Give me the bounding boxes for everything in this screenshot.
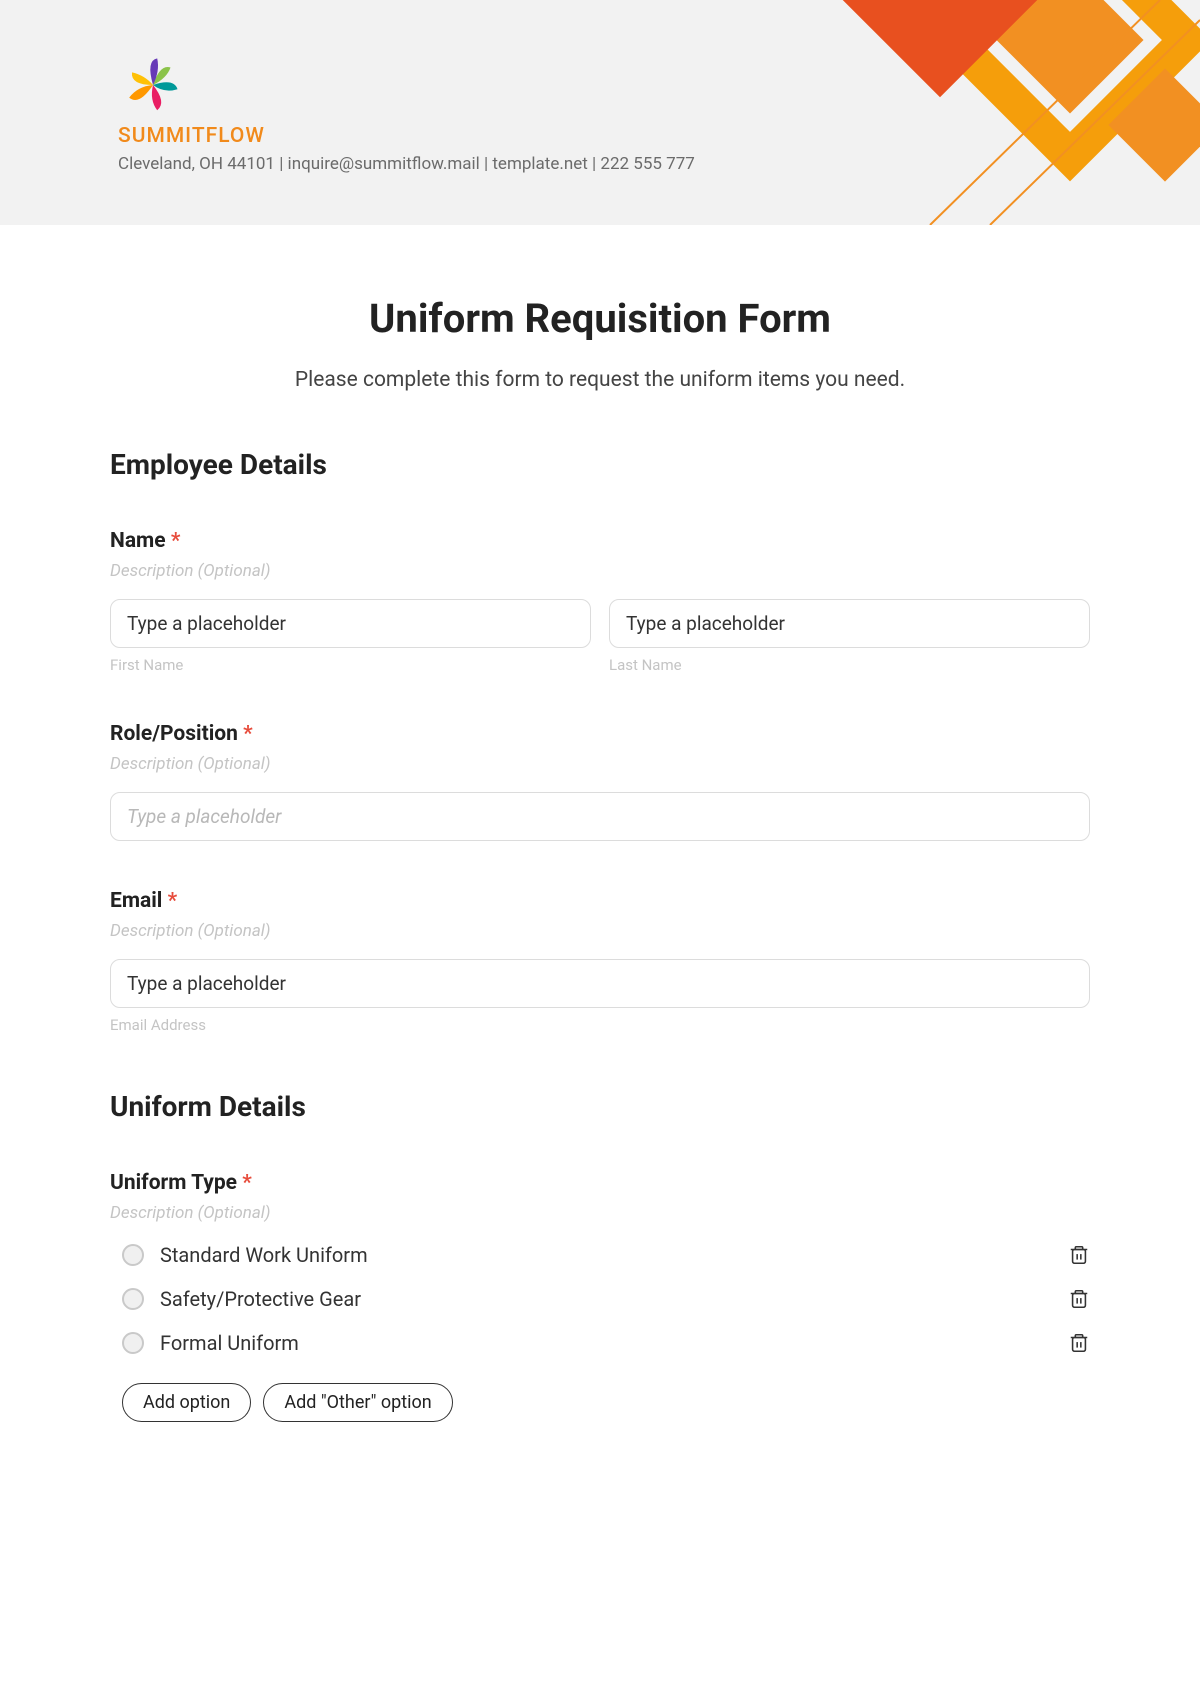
trash-icon[interactable] (1068, 1332, 1090, 1354)
required-asterisk: * (171, 529, 181, 553)
option-row: Safety/Protective Gear (110, 1287, 1090, 1311)
required-asterisk: * (242, 1171, 252, 1195)
name-description[interactable]: Description (Optional) (110, 561, 1090, 581)
field-email: Email * Description (Optional) Email Add… (110, 889, 1090, 1034)
form-title: Uniform Requisition Form (110, 295, 1090, 342)
name-label: Name * (110, 529, 1090, 553)
email-label: Email * (110, 889, 1090, 913)
field-name: Name * Description (Optional) First Name… (110, 529, 1090, 674)
trash-icon[interactable] (1068, 1288, 1090, 1310)
company-details: Cleveland, OH 44101 | inquire@summitflow… (118, 154, 695, 174)
uniform-type-label-text: Uniform Type (110, 1171, 237, 1195)
section-uniform-details: Uniform Details (110, 1090, 1090, 1123)
option-label[interactable]: Formal Uniform (160, 1331, 299, 1355)
uniform-type-description[interactable]: Description (Optional) (110, 1203, 1090, 1223)
option-label[interactable]: Standard Work Uniform (160, 1243, 368, 1267)
email-input[interactable] (110, 959, 1090, 1008)
required-asterisk: * (243, 722, 253, 746)
name-label-text: Name (110, 529, 166, 553)
role-input[interactable] (110, 792, 1090, 841)
option-row: Formal Uniform (110, 1331, 1090, 1355)
add-option-button[interactable]: Add option (122, 1383, 251, 1422)
add-other-option-button[interactable]: Add "Other" option (263, 1383, 452, 1422)
last-name-input[interactable] (609, 599, 1090, 648)
required-asterisk: * (168, 889, 178, 913)
radio-input[interactable] (122, 1332, 144, 1354)
email-description[interactable]: Description (Optional) (110, 921, 1090, 941)
email-label-text: Email (110, 889, 162, 913)
form-subtitle: Please complete this form to request the… (110, 368, 1090, 392)
header: SUMMITFLOW Cleveland, OH 44101 | inquire… (0, 0, 1200, 225)
company-name: SUMMITFLOW (118, 124, 265, 148)
first-name-input[interactable] (110, 599, 591, 648)
radio-input[interactable] (122, 1288, 144, 1310)
role-label: Role/Position * (110, 722, 1090, 746)
field-uniform-type: Uniform Type * Description (Optional) St… (110, 1171, 1090, 1422)
first-name-sublabel: First Name (110, 656, 591, 674)
last-name-sublabel: Last Name (609, 656, 1090, 674)
role-description[interactable]: Description (Optional) (110, 754, 1090, 774)
field-role: Role/Position * Description (Optional) (110, 722, 1090, 841)
form-content: Uniform Requisition Form Please complete… (0, 225, 1200, 1462)
trash-icon[interactable] (1068, 1244, 1090, 1266)
role-label-text: Role/Position (110, 722, 238, 746)
option-actions: Add option Add "Other" option (110, 1383, 1090, 1422)
uniform-type-label: Uniform Type * (110, 1171, 1090, 1195)
option-row: Standard Work Uniform (110, 1243, 1090, 1267)
option-label[interactable]: Safety/Protective Gear (160, 1287, 361, 1311)
summitflow-logo-icon (118, 50, 188, 120)
email-sublabel: Email Address (110, 1016, 1090, 1034)
header-decoration-icon (800, 0, 1200, 225)
radio-input[interactable] (122, 1244, 144, 1266)
section-employee-details: Employee Details (110, 448, 1090, 481)
